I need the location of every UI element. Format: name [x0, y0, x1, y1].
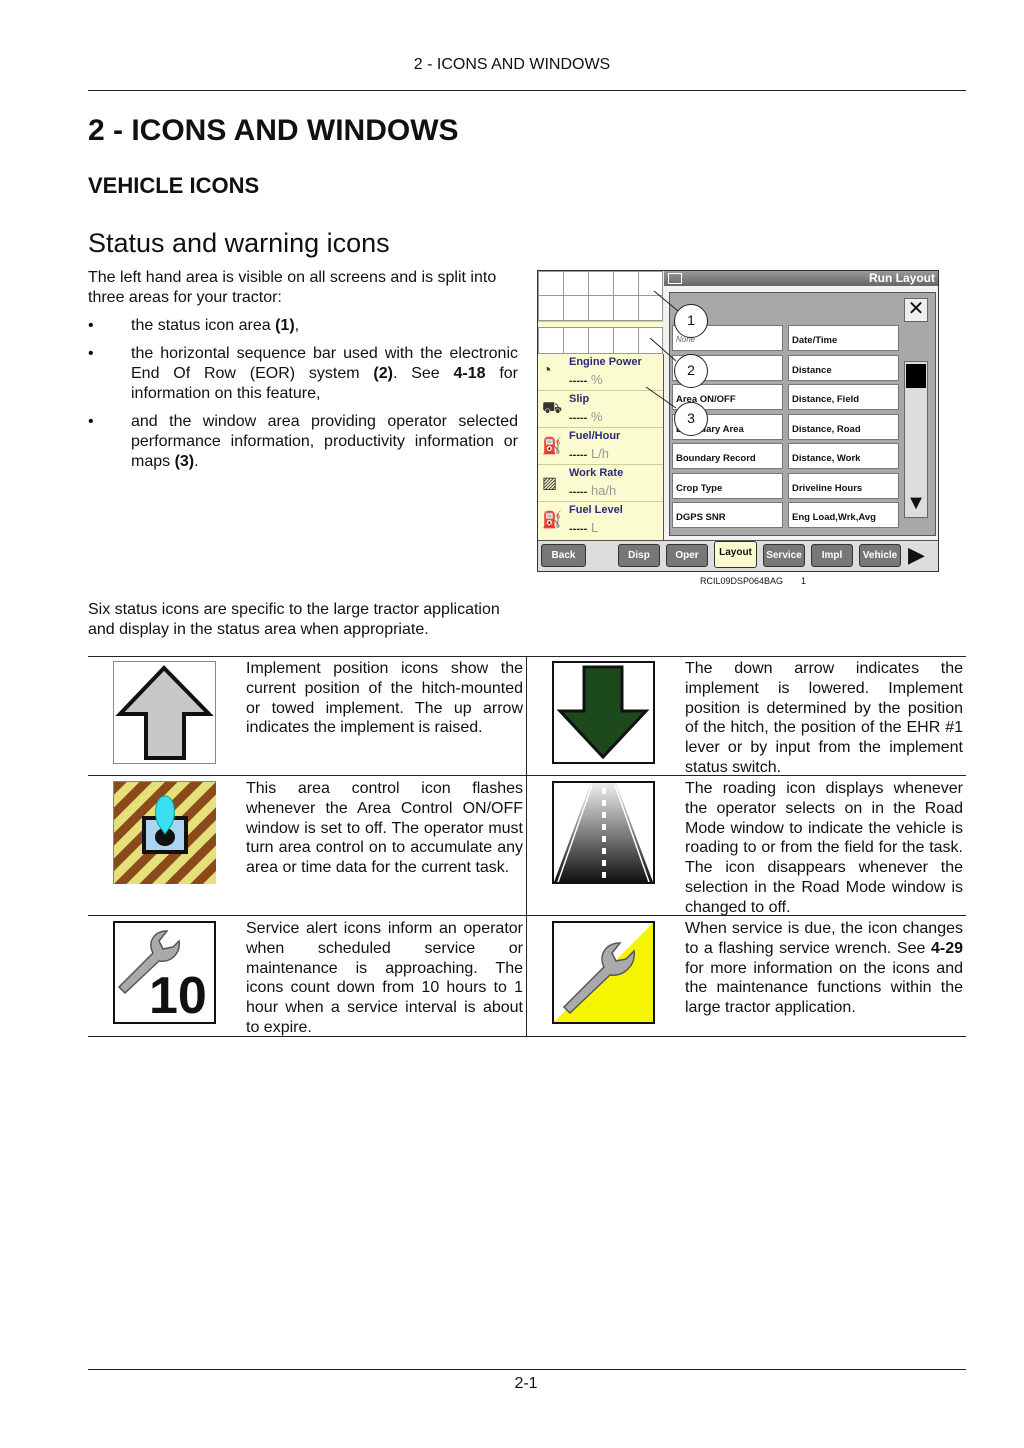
header-rule	[88, 90, 966, 91]
page-title: 2 - ICONS AND WINDOWS	[88, 114, 459, 147]
down-arrow-icon	[552, 661, 655, 764]
road-icon	[552, 781, 655, 884]
subsection-heading: Status and warning icons	[88, 228, 390, 258]
section-heading: VEHICLE ICONS	[88, 173, 260, 198]
table-cell-text: Implement position icons show the curren…	[246, 660, 523, 737]
table-cell-text: Service alert icons inform an operator w…	[246, 920, 523, 1036]
area-control-icon	[113, 781, 216, 884]
bullet-item: • the horizontal sequence bar used with t…	[88, 345, 518, 402]
up-arrow-icon	[113, 661, 216, 764]
table-cell-text: This area control icon flashes whenever …	[246, 780, 523, 877]
table-rule	[88, 656, 966, 657]
manual-page: 2 - ICONS AND WINDOWS 2 - ICONS AND WIND…	[0, 0, 1024, 1448]
table-rule	[88, 1036, 966, 1037]
table-divider	[526, 656, 527, 1037]
service-hours-count: 10	[149, 967, 207, 1025]
service-countdown-icon: 10	[113, 921, 216, 1024]
callout-leaders	[645, 290, 679, 409]
page-number: 2-1	[514, 1375, 538, 1392]
bullet-item: • and the window area providing operator …	[88, 413, 518, 470]
status-icons-paragraph: Six status icons are specific to the lar…	[88, 601, 500, 638]
table-cell-text: The roading icon displays whenever the o…	[685, 780, 963, 916]
service-due-wrench-icon	[552, 921, 655, 1024]
running-header: 2 - ICONS AND WINDOWS	[413, 56, 611, 73]
intro-paragraph: The left hand area is visible on all scr…	[88, 269, 497, 306]
callout-3: 3	[674, 402, 708, 436]
bullet-item: • the status icon area (1),	[88, 317, 300, 334]
table-cell-text: The down arrow indicates the implement i…	[685, 660, 963, 776]
callout-1: 1	[674, 304, 708, 338]
footer-rule	[88, 1369, 966, 1370]
callout-2: 2	[674, 354, 708, 388]
figure-caption: RCIL09DSP064BAG 1	[700, 576, 807, 586]
display-screenshot: ◔ Engine Power ----- % ⛟ Slip ----- % ⛽ Fuel/…	[537, 270, 939, 572]
table-cell-text: When service is due, the icon changes to…	[685, 920, 963, 1017]
